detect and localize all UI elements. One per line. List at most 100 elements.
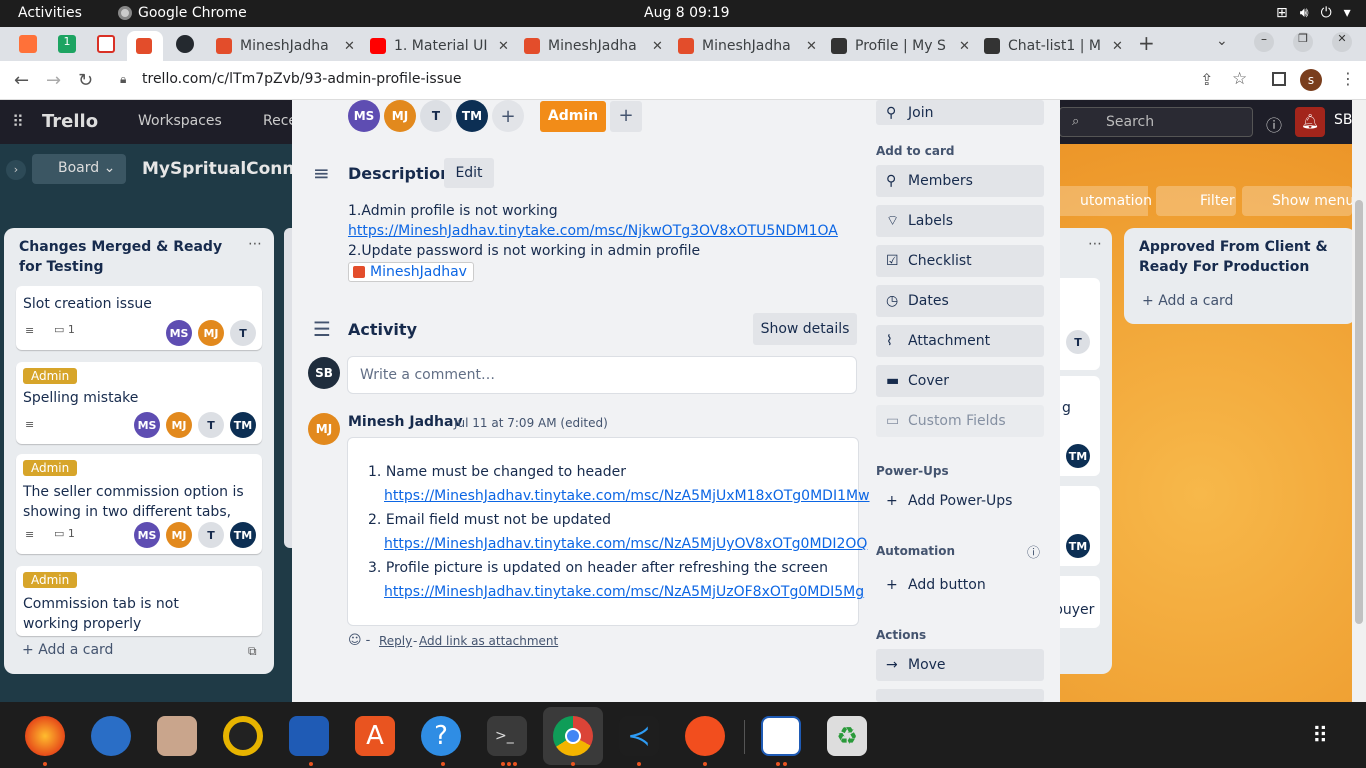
share-icon[interactable]: ⇪	[1200, 70, 1213, 89]
filter-button[interactable]: Filter	[1156, 186, 1236, 216]
tab-5[interactable]: Profile | My S ✕	[823, 31, 978, 61]
edit-description-button[interactable]: Edit	[444, 158, 494, 188]
move-button[interactable]: → Move	[876, 649, 1044, 681]
pinned-tab-icon[interactable]: 1	[58, 35, 76, 53]
list-menu-icon[interactable]: ⋯	[1088, 236, 1102, 252]
thunderbird-icon[interactable]	[91, 716, 131, 756]
automation-button[interactable]: utomation	[1060, 186, 1152, 216]
commenter-name[interactable]: Minesh Jadhav	[348, 414, 463, 430]
user-avatar[interactable]: SB	[1334, 112, 1353, 128]
attachment-button[interactable]: ⌇ Attachment	[876, 325, 1044, 357]
trash-icon[interactable]: ♻	[827, 716, 867, 756]
new-tab-button[interactable]: +	[1138, 31, 1155, 55]
minimize-button[interactable]: –	[1254, 32, 1274, 52]
tab-1[interactable]: MineshJadha ✕	[208, 31, 363, 61]
show-details-button[interactable]: Show details	[753, 313, 857, 345]
chrome-menu-icon[interactable]: ⋮	[1340, 69, 1356, 88]
list-title[interactable]: Approved From Client & Ready For Product…	[1139, 237, 1349, 277]
members-button[interactable]: ⚲ Members	[876, 165, 1044, 197]
info-icon[interactable]: ⓘ	[1266, 112, 1282, 136]
add-card-button[interactable]: + Add a card	[1142, 293, 1233, 309]
board-view-button[interactable]: Board ⌄	[32, 154, 126, 184]
close-icon[interactable]: ✕	[498, 39, 509, 54]
url-input[interactable]: trello.com/c/lTm7pZvb/93-admin-profile-i…	[142, 71, 462, 87]
close-window-button[interactable]: ✕	[1332, 32, 1352, 52]
custom-fields-button[interactable]: ▭ Custom Fields	[876, 405, 1044, 437]
trello-logo[interactable]: Trello	[42, 111, 98, 132]
avatar[interactable]: MS	[166, 320, 192, 346]
restore-button[interactable]: ❐	[1293, 32, 1313, 52]
add-powerups-button[interactable]: + Add Power-Ups	[876, 485, 1044, 517]
list-item[interactable]: Admin Spelling mistake ≡ MS MJ T TM	[16, 362, 262, 444]
side-panel-icon[interactable]	[1272, 72, 1286, 86]
add-link-attachment[interactable]: Add link as attachment	[419, 634, 558, 648]
clock[interactable]: Aug 8 09:19	[644, 5, 730, 21]
emoji-reaction-icon[interactable]: ☺ -	[348, 633, 370, 648]
workspaces-menu[interactable]: Workspaces	[138, 113, 222, 129]
text-editor-icon[interactable]	[761, 716, 801, 756]
app-center-icon[interactable]: A	[355, 716, 395, 756]
member-avatar[interactable]: T	[420, 100, 452, 132]
scrollbar[interactable]	[1352, 100, 1366, 702]
list-item[interactable]: Admin The seller commission option is sh…	[16, 454, 262, 554]
list-title[interactable]: Changes Merged & Ready for Testing	[19, 237, 229, 277]
close-icon[interactable]: ✕	[959, 39, 970, 54]
admin-label[interactable]: Admin	[540, 101, 606, 132]
notifications-bell-icon[interactable]: 🔔︎	[1295, 107, 1325, 137]
comment-link[interactable]: https://MineshJadhav.tinytake.com/msc/Nz…	[384, 584, 864, 600]
comment-link[interactable]: https://MineshJadhav.tinytake.com/msc/Nz…	[384, 536, 867, 552]
activities-button[interactable]: Activities	[18, 5, 82, 21]
tab-6[interactable]: Chat-list1 | M ✕	[976, 31, 1131, 61]
add-button-button[interactable]: + Add button	[876, 569, 1044, 601]
expand-sidebar-icon[interactable]: ›	[6, 160, 26, 180]
rhythmbox-icon[interactable]	[223, 716, 263, 756]
template-icon[interactable]: ⧉	[248, 644, 257, 659]
avatar[interactable]: TM	[230, 412, 256, 438]
avatar[interactable]: MJ	[166, 412, 192, 438]
github-icon[interactable]	[176, 35, 194, 53]
list-menu-icon[interactable]: ⋯	[248, 236, 262, 252]
link-chip[interactable]: MineshJadhav	[348, 262, 474, 282]
forward-icon[interactable]: →	[46, 70, 61, 91]
close-icon[interactable]: ✕	[344, 39, 355, 54]
chrome-icon[interactable]	[553, 716, 593, 756]
search-input[interactable]: Search	[1059, 107, 1253, 137]
avatar[interactable]: T	[198, 522, 224, 548]
tab-trello[interactable]	[127, 31, 163, 61]
gitlab-icon[interactable]	[19, 35, 37, 53]
show-apps-icon[interactable]: ⠿	[1312, 724, 1328, 749]
lock-icon[interactable]: 🔒︎	[120, 72, 126, 87]
info-icon[interactable]: ⓘ	[1027, 542, 1040, 561]
reload-icon[interactable]: ↻	[78, 70, 93, 91]
profile-avatar[interactable]: s	[1300, 69, 1322, 91]
gmail-icon[interactable]	[97, 35, 115, 53]
writer-icon[interactable]	[289, 716, 329, 756]
avatar[interactable]: T	[198, 412, 224, 438]
show-menu-button[interactable]: Show menu	[1242, 186, 1354, 216]
comment-timestamp[interactable]: Jul 11 at 7:09 AM (edited)	[454, 416, 608, 430]
app-switcher-icon[interactable]: ⠿	[12, 112, 24, 131]
member-avatar[interactable]: TM	[456, 100, 488, 132]
tab-4[interactable]: MineshJadha ✕	[670, 31, 825, 61]
close-icon[interactable]: ✕	[806, 39, 817, 54]
member-avatar[interactable]: MJ	[384, 100, 416, 132]
app-menu[interactable]: Google Chrome	[118, 5, 247, 21]
close-icon[interactable]: ✕	[1112, 39, 1123, 54]
close-icon[interactable]: ✕	[652, 39, 663, 54]
add-label-icon[interactable]: +	[610, 101, 642, 132]
tab-3[interactable]: MineshJadha ✕	[516, 31, 671, 61]
comment-input[interactable]: Write a comment…	[347, 356, 857, 394]
tab-search-icon[interactable]: ⌄	[1216, 33, 1228, 49]
postman-icon[interactable]	[685, 716, 725, 756]
avatar[interactable]: MJ	[166, 522, 192, 548]
help-icon[interactable]: ?	[421, 716, 461, 756]
files-icon[interactable]	[157, 716, 197, 756]
checklist-button[interactable]: ☑ Checklist	[876, 245, 1044, 277]
vscode-icon[interactable]: ≺	[619, 716, 659, 756]
system-tray[interactable]: ⊞ 🔊︎ ⏻ ▾	[1276, 5, 1351, 21]
list-item[interactable]: Slot creation issue ≡ ▭ 1 MS MJ T	[16, 286, 262, 350]
cover-button[interactable]: ▬ Cover	[876, 365, 1044, 397]
avatar[interactable]: TM	[230, 522, 256, 548]
avatar[interactable]: T	[230, 320, 256, 346]
reply-link[interactable]: Reply	[379, 634, 412, 648]
